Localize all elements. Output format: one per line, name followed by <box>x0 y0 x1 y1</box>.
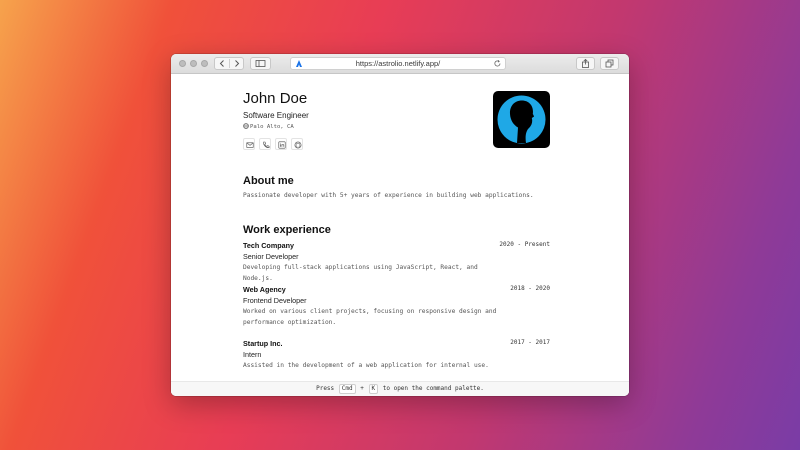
back-arrow-icon[interactable] <box>215 58 229 69</box>
address-url: https://astrolio.netlify.app/ <box>355 59 441 68</box>
tabs-icon <box>605 59 614 68</box>
phone-link[interactable] <box>259 138 271 150</box>
reload-icon[interactable] <box>493 59 502 68</box>
location-text: Palo Alto, CA <box>250 124 294 130</box>
sidebar-icon <box>255 60 266 67</box>
browser-window: https://astrolio.netlify.app/ John Doe S… <box>171 54 629 396</box>
page-content: John Doe Software Engineer Palo Alto, CA <box>171 74 629 396</box>
browser-toolbar: https://astrolio.netlify.app/ <box>171 54 629 74</box>
job-company: Startup Inc. <box>243 339 283 348</box>
forward-arrow-icon[interactable] <box>230 58 244 69</box>
close-window-button[interactable] <box>179 60 186 67</box>
job-dates: 2017 - 2017 <box>510 339 550 346</box>
share-button[interactable] <box>576 57 595 70</box>
profile-role: Software Engineer <box>243 111 309 120</box>
address-bar[interactable]: https://astrolio.netlify.app/ <box>290 57 506 70</box>
phone-icon <box>262 141 269 148</box>
minimize-window-button[interactable] <box>190 60 197 67</box>
job-description: Assisted in the development of a web app… <box>243 362 489 369</box>
email-link[interactable] <box>243 138 255 150</box>
hint-suffix: to open the command palette. <box>382 385 484 392</box>
mail-icon <box>246 141 254 148</box>
job-title: Intern <box>243 350 262 359</box>
job-company: Web Agency <box>243 285 286 294</box>
profile-avatar-icon <box>497 95 546 144</box>
tabs-overview-button[interactable] <box>600 57 619 70</box>
about-text: Passionate developer with 5+ years of ex… <box>243 192 534 199</box>
work-heading: Work experience <box>243 224 331 236</box>
cmd-key: Cmd <box>338 384 356 394</box>
linkedin-link[interactable] <box>275 138 287 150</box>
zoom-window-button[interactable] <box>201 60 208 67</box>
github-link[interactable] <box>291 138 303 150</box>
k-key: K <box>368 384 379 394</box>
job-title: Frontend Developer <box>243 296 307 305</box>
job-dates: 2018 - 2020 <box>510 285 550 292</box>
navigation-buttons <box>214 57 244 70</box>
hint-prefix: Press <box>316 385 335 392</box>
profile-location: Palo Alto, CA <box>243 123 294 130</box>
command-palette-hint: Press Cmd + K to open the command palett… <box>171 381 629 396</box>
job-dates: 2020 - Present <box>499 241 550 248</box>
job-company: Tech Company <box>243 241 294 250</box>
job-title: Senior Developer <box>243 252 299 261</box>
linkedin-icon <box>278 141 286 149</box>
avatar <box>493 91 550 148</box>
about-heading: About me <box>243 175 294 187</box>
share-icon <box>582 58 589 68</box>
globe-icon <box>243 123 249 129</box>
job-description: Worked on various client projects, focus… <box>243 308 497 326</box>
sidebar-toggle-button[interactable] <box>250 57 271 70</box>
profile-name: John Doe <box>243 90 308 107</box>
hint-plus: + <box>360 385 364 392</box>
job-description: Developing full-stack applications using… <box>243 264 478 282</box>
github-icon <box>294 141 301 148</box>
